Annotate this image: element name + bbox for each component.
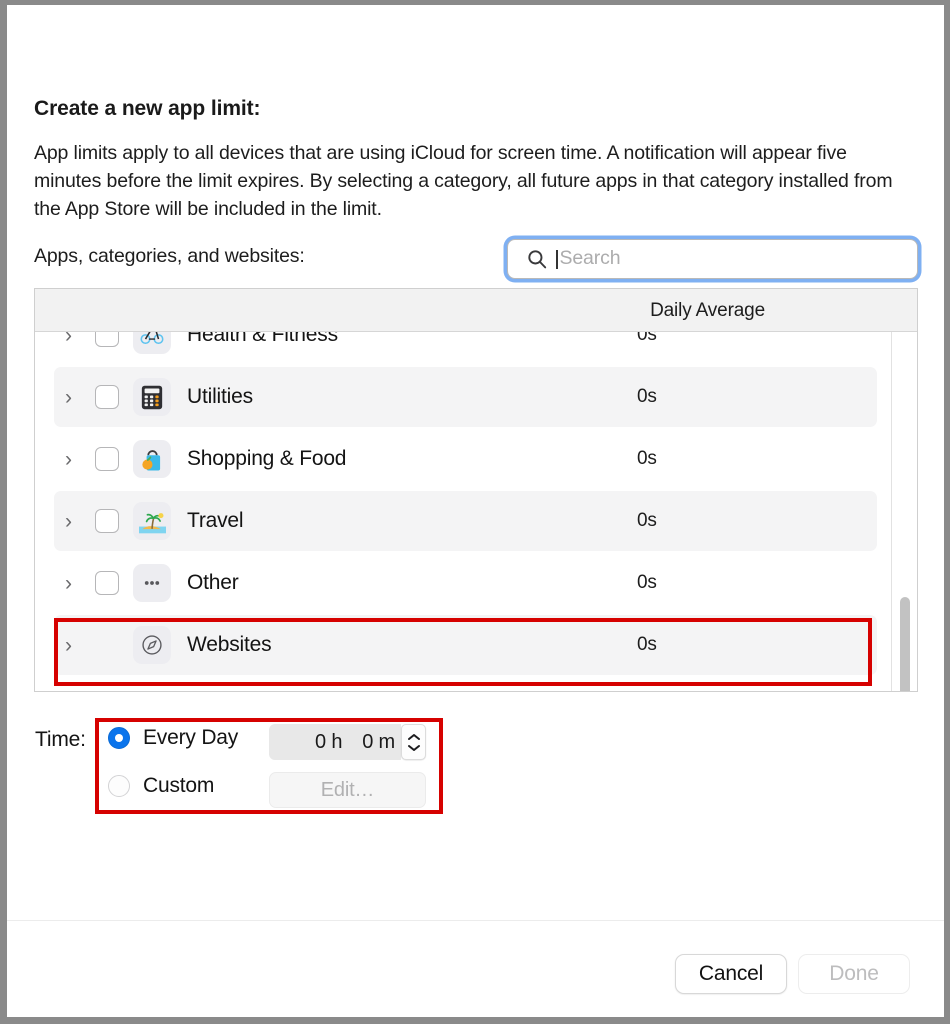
column-header-daily-average: Daily Average <box>650 300 765 321</box>
list-body: › Health & Fitness 0s › Utilities 0s › Shopping… <box>35 332 917 691</box>
stepper-buttons[interactable] <box>401 724 426 760</box>
done-button[interactable]: Done <box>798 954 910 994</box>
row-checkbox[interactable] <box>95 332 119 347</box>
duration-hours-value[interactable]: 0 h <box>315 731 342 754</box>
row-checkbox[interactable] <box>95 447 119 471</box>
edit-custom-schedule-button[interactable]: Edit… <box>269 772 426 808</box>
row-background <box>54 491 877 551</box>
row-label: Health & Fitness <box>187 332 338 346</box>
stepper-decrement-icon[interactable] <box>407 744 421 752</box>
row-daily-average-value: 0s <box>637 386 657 407</box>
ellipsis-icon <box>133 564 171 602</box>
row-daily-average-value: 0s <box>637 572 657 593</box>
row-background <box>54 367 877 427</box>
stepper-increment-icon[interactable] <box>407 733 421 741</box>
app-category-list: Daily Average › Health & Fitness 0s › Utilit… <box>34 288 918 692</box>
row-label: Websites <box>187 633 272 656</box>
row-checkbox[interactable] <box>95 385 119 409</box>
footer-divider <box>7 920 944 921</box>
page-title: Create a new app limit: <box>34 97 261 120</box>
scrollbar-thumb[interactable] <box>900 597 910 691</box>
time-section-label: Time: <box>35 728 86 751</box>
bicycle-icon <box>133 332 171 354</box>
duration-field[interactable]: 0 h 0 m <box>269 724 401 760</box>
radio-custom-icon[interactable] <box>108 775 130 797</box>
search-text-caret <box>556 249 558 269</box>
radio-custom-label: Custom <box>143 774 215 797</box>
row-checkbox[interactable] <box>95 509 119 533</box>
chevron-right-icon[interactable]: › <box>65 387 87 408</box>
dialog-description: App limits apply to all devices that are… <box>34 142 893 220</box>
cancel-button[interactable]: Cancel <box>675 954 787 994</box>
table-row[interactable]: › Health & Fitness 0s <box>35 332 917 366</box>
row-background <box>54 332 877 365</box>
list-header-row: Daily Average <box>35 289 917 332</box>
table-row[interactable]: › Utilities 0s <box>35 366 917 428</box>
chevron-right-icon[interactable]: › <box>65 573 87 594</box>
table-row[interactable]: › Other 0s <box>35 552 917 614</box>
radio-every-day-icon[interactable] <box>108 727 130 749</box>
search-field-label: Apps, categories, and websites: <box>34 245 305 267</box>
dialog-window: Create a new app limit: App limits apply… <box>0 0 950 1024</box>
column-divider <box>891 332 892 691</box>
duration-stepper[interactable]: 0 h 0 m <box>269 724 426 760</box>
row-daily-average-value: 0s <box>637 332 657 345</box>
row-checkbox[interactable] <box>95 571 119 595</box>
shopping-bag-icon <box>133 440 171 478</box>
table-row[interactable]: › Travel 0s <box>35 490 917 552</box>
row-label: Travel <box>187 509 244 532</box>
chevron-right-icon[interactable]: › <box>65 332 87 346</box>
row-background <box>54 615 877 675</box>
chevron-right-icon[interactable]: › <box>65 635 87 656</box>
compass-icon <box>133 626 171 664</box>
table-row[interactable]: › Shopping & Food 0s <box>35 428 917 490</box>
search-input[interactable]: Search <box>560 249 621 269</box>
palm-island-icon <box>133 502 171 540</box>
search-field[interactable]: Search <box>507 239 918 279</box>
dialog-content: Create a new app limit: App limits apply… <box>7 5 944 1017</box>
row-label: Other <box>187 571 239 594</box>
radio-every-day-label: Every Day <box>143 726 239 749</box>
row-background <box>54 553 877 613</box>
row-label: Shopping & Food <box>187 447 347 470</box>
row-daily-average-value: 0s <box>637 634 657 655</box>
chevron-right-icon[interactable]: › <box>65 449 87 470</box>
row-background <box>54 429 877 489</box>
duration-minutes-value[interactable]: 0 m <box>362 731 395 754</box>
table-row[interactable]: › Websites 0s <box>35 614 917 676</box>
radio-option-every-day[interactable]: Every Day <box>108 726 238 750</box>
row-label: Utilities <box>187 385 253 408</box>
row-daily-average-value: 0s <box>637 448 657 469</box>
calculator-icon <box>133 378 171 416</box>
row-daily-average-value: 0s <box>637 510 657 531</box>
search-icon <box>527 249 547 269</box>
radio-option-custom[interactable]: Custom <box>108 774 214 798</box>
list-scrollbar[interactable] <box>897 332 913 691</box>
chevron-right-icon[interactable]: › <box>65 511 87 532</box>
